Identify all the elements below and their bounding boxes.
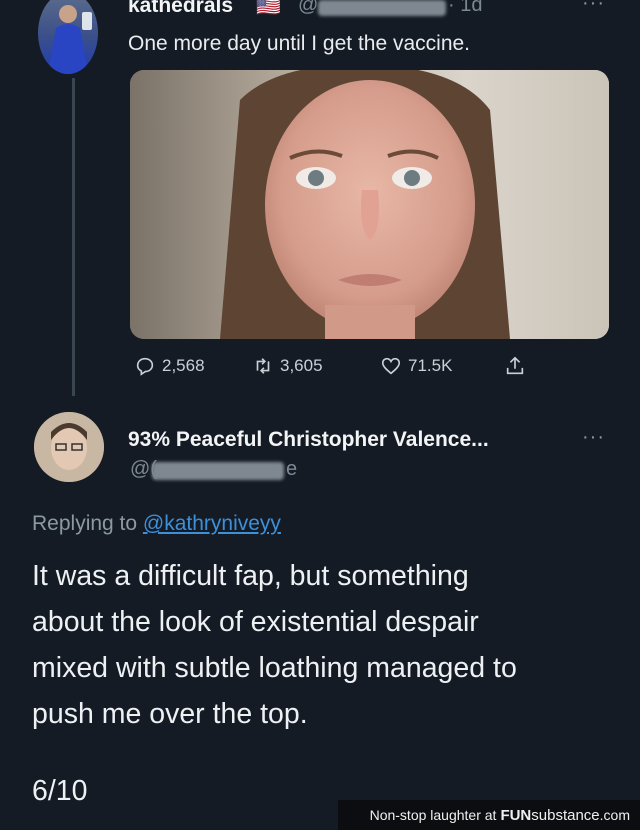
tweet1-handle[interactable]: @ (298, 0, 318, 17)
reply-icon (136, 357, 154, 376)
avatar-kathedrals[interactable] (38, 0, 98, 74)
handle-redaction (152, 462, 284, 480)
us-flag-icon: 🇺🇸 (256, 0, 281, 18)
watermark-text: Non-stop laughter at (369, 807, 497, 823)
more-options-icon[interactable]: ··· (582, 426, 605, 449)
tweet1-timestamp[interactable]: · 1d (448, 0, 482, 17)
avatar-christopher-valence[interactable] (34, 412, 104, 482)
thread-connector-line (72, 78, 75, 396)
watermark-brand: FUNsubstance.com (500, 806, 630, 824)
more-options-icon[interactable]: ··· (582, 0, 605, 15)
tweet2-rating: 6/10 (32, 775, 88, 807)
retweet-icon (256, 358, 270, 374)
tweet2-text-line: about the look of existential despair (32, 606, 479, 638)
tweet2-text-line: mixed with subtle loathing managed to (32, 652, 517, 684)
like-icon (381, 357, 401, 375)
retweet-count: 3,605 (280, 356, 323, 375)
replying-to-label: Replying to (32, 512, 138, 535)
retweet-button[interactable]: 3,605 (252, 355, 323, 377)
tweet1-photo[interactable] (130, 70, 609, 339)
tweet2-handle-suffix: e (286, 458, 298, 480)
replying-to-line: Replying to @kathryniveyy (32, 512, 281, 536)
tweet1-text: One more day until I get the vaccine. (128, 32, 471, 55)
replying-to-handle-link[interactable]: @kathryniveyy (143, 512, 281, 535)
handle-redaction (318, 0, 446, 16)
reply-button[interactable]: 2,568 (134, 355, 205, 377)
watermark-footer: Non-stop laughter at FUNsubstance.com (338, 800, 640, 830)
share-icon (506, 356, 524, 375)
tweet2-display-name[interactable]: 93% Peaceful Christopher Valence... (128, 428, 489, 452)
like-button[interactable]: 71.5K (380, 355, 452, 377)
share-button[interactable] (504, 355, 526, 377)
tweet2-text-line: It was a difficult fap, but something (32, 560, 469, 592)
tweet2-text-line: push me over the top. (32, 698, 308, 730)
reply-count: 2,568 (162, 356, 205, 375)
tweet1-display-name[interactable]: kathedrals (128, 0, 233, 18)
tweet2-text: It was a difficult fap, but something ab… (32, 553, 632, 737)
like-count: 71.5K (408, 356, 453, 375)
